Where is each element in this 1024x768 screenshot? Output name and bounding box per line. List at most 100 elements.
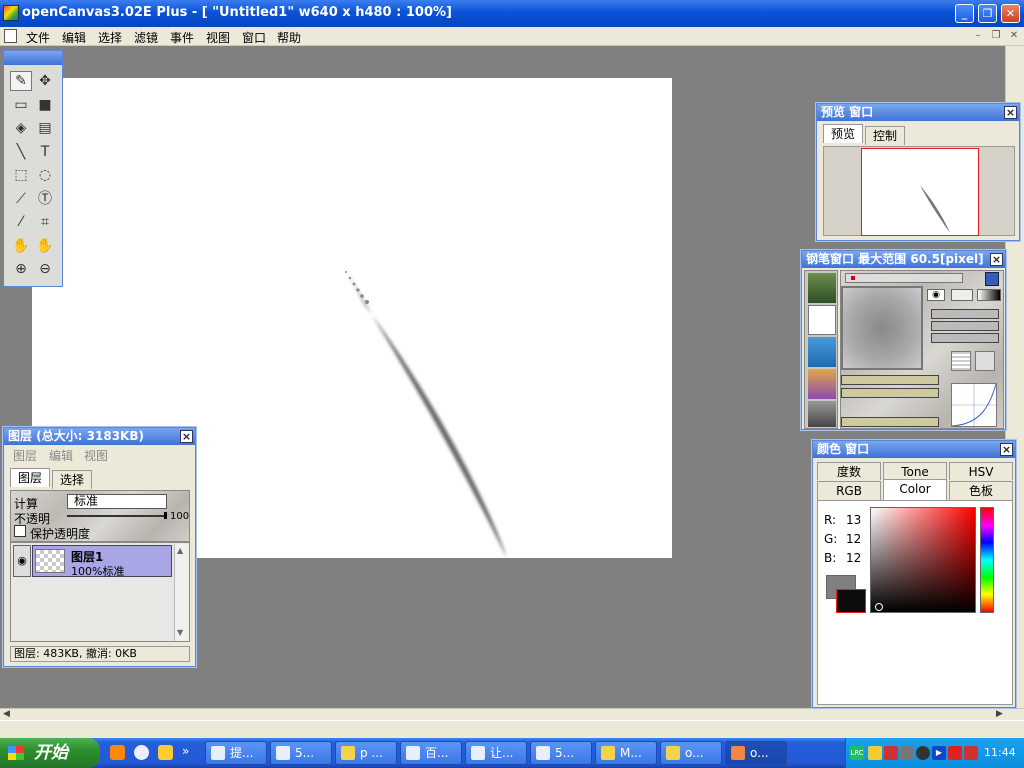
zoom-in-tool[interactable]: ⊕ [10, 259, 32, 279]
layer-menu-layer[interactable]: 图层 [13, 447, 37, 464]
tab-hsv[interactable]: HSV [949, 462, 1013, 480]
pen-opacity-slider[interactable] [841, 388, 939, 398]
tab-selection[interactable]: 选择 [52, 470, 92, 489]
menu-edit[interactable]: 编辑 [62, 29, 86, 46]
scroll-down-icon[interactable]: ▼ [177, 628, 183, 637]
eyedropper-tool[interactable]: ⁄ [10, 212, 32, 232]
foreground-color-swatch[interactable] [836, 589, 866, 613]
app-icon[interactable] [3, 5, 19, 21]
layer-item[interactable]: 图层1 100%标准 [32, 545, 172, 578]
tab-degree[interactable]: 度数 [817, 462, 881, 480]
quicklaunch-app-icon[interactable] [110, 745, 125, 760]
tab-color[interactable]: Color [883, 479, 947, 500]
taskbar-item[interactable]: 百... [400, 741, 462, 765]
taskbar-item[interactable]: p ... [335, 741, 397, 765]
preview-viewport[interactable] [861, 148, 979, 236]
quicklaunch-folder-icon[interactable] [158, 745, 173, 760]
menu-file[interactable]: 文件 [26, 29, 50, 46]
taskbar-item[interactable]: M... [595, 741, 657, 765]
document-icon[interactable] [4, 29, 17, 43]
quicklaunch-ie-icon[interactable] [134, 745, 149, 760]
lasso-tool[interactable]: ◌ [34, 165, 56, 185]
knife-icon[interactable] [808, 401, 836, 427]
layer-list-scrollbar[interactable]: ▲ ▼ [174, 544, 189, 641]
opacity-slider[interactable] [67, 512, 167, 519]
preview-title[interactable]: 预览 窗口 [817, 104, 1019, 121]
minimize-button[interactable]: _ [955, 4, 974, 23]
tray-lock-icon[interactable] [868, 746, 882, 760]
g-value[interactable]: 12 [846, 532, 861, 546]
color-picker-cursor[interactable] [875, 603, 883, 611]
color-close-icon[interactable]: × [1000, 443, 1013, 456]
menu-help[interactable]: 帮助 [277, 29, 301, 46]
menu-event[interactable]: 事件 [170, 29, 194, 46]
layer-title[interactable]: 图层 (总大小: 3183KB) [4, 428, 195, 445]
pen-tool[interactable]: ✎ [10, 71, 32, 91]
text-tool[interactable]: T [34, 142, 56, 162]
hue-slider[interactable] [980, 507, 994, 613]
paint-brush-icon[interactable] [808, 369, 836, 399]
clock[interactable]: 11:44 [984, 746, 1016, 759]
eye-icon[interactable]: ◉ [13, 545, 31, 577]
tray-security-icon[interactable] [948, 746, 962, 760]
tab-preview[interactable]: 预览 [823, 124, 863, 143]
save-icon[interactable] [985, 272, 999, 286]
pressure-curve[interactable] [951, 383, 997, 427]
move-tool[interactable]: ✥ [34, 71, 56, 91]
color-title[interactable]: 颜色 窗口 [813, 441, 1015, 458]
mdi-restore-button[interactable]: ❐ [988, 29, 1004, 43]
menu-view[interactable]: 视图 [206, 29, 230, 46]
taskbar-item[interactable]: o... [660, 741, 722, 765]
tray-disc-icon[interactable] [916, 746, 930, 760]
gradient-brush-icon[interactable] [977, 289, 1001, 301]
tab-layers[interactable]: 图层 [10, 468, 50, 487]
tab-rgb[interactable]: RGB [817, 481, 881, 500]
tray-lrc-icon[interactable]: LRC [850, 746, 864, 760]
taskbar-item[interactable]: 让... [465, 741, 527, 765]
saturation-value-picker[interactable] [870, 507, 976, 613]
texture-preview-icon[interactable] [975, 351, 995, 371]
magic-wand-tool[interactable]: ⟋ [10, 189, 32, 209]
blend-mode-select[interactable]: 标准 [67, 494, 167, 509]
r-value[interactable]: 13 [846, 513, 861, 527]
restore-button[interactable]: ❐ [978, 4, 997, 23]
close-button[interactable]: ✕ [1001, 4, 1020, 23]
tray-media-icon[interactable]: ▶ [932, 746, 946, 760]
texture-icon[interactable] [951, 351, 971, 371]
crop-tool[interactable]: ⌗ [34, 212, 56, 232]
opacity-slider-knob[interactable] [164, 512, 167, 519]
rect-select-tool[interactable]: ⬚ [10, 165, 32, 185]
menu-filter[interactable]: 滤镜 [134, 29, 158, 46]
taskbar-item[interactable]: 提... [205, 741, 267, 765]
taskbar-item[interactable]: o... [725, 741, 787, 765]
quicklaunch-more-icon[interactable]: » [182, 744, 189, 758]
pen-slider-1[interactable] [931, 309, 999, 319]
taskbar-item[interactable]: 5... [270, 741, 332, 765]
tab-tone[interactable]: Tone [883, 462, 947, 480]
taskbar-item[interactable]: 5... [530, 741, 592, 765]
layer-close-icon[interactable]: × [180, 430, 193, 443]
tray-network-icon[interactable] [900, 746, 914, 760]
line-tool[interactable]: ╲ [10, 142, 32, 162]
tab-swatches[interactable]: 色板 [949, 481, 1013, 500]
pen-density-slider[interactable] [841, 417, 939, 427]
preview-close-icon[interactable]: × [1004, 106, 1017, 119]
start-button[interactable]: 开始 [0, 738, 100, 768]
round-brush-icon[interactable]: ◉ [927, 289, 945, 301]
b-value[interactable]: 12 [846, 551, 861, 565]
mdi-close-button[interactable]: ✕ [1006, 29, 1022, 43]
layer-row[interactable]: ◉ 图层1 100%标准 [13, 545, 172, 578]
scroll-right-icon[interactable]: ▶ [996, 709, 1003, 719]
hand-tool[interactable]: ✋ [10, 236, 32, 256]
scroll-left-icon[interactable]: ◀ [3, 709, 10, 719]
rotate-hand-tool[interactable]: ✋ [34, 236, 56, 256]
text-select-tool[interactable]: Ⓣ [34, 189, 56, 209]
soft-brush-icon[interactable] [951, 289, 973, 301]
menu-window[interactable]: 窗口 [242, 29, 266, 46]
airbrush-icon[interactable] [808, 305, 836, 335]
toolbox-title-bar[interactable] [4, 51, 62, 65]
scroll-up-icon[interactable]: ▲ [177, 546, 183, 555]
gradient-tool[interactable]: ▤ [34, 118, 56, 138]
protect-transparency-checkbox[interactable] [14, 525, 26, 537]
water-drop-icon[interactable] [808, 337, 836, 367]
